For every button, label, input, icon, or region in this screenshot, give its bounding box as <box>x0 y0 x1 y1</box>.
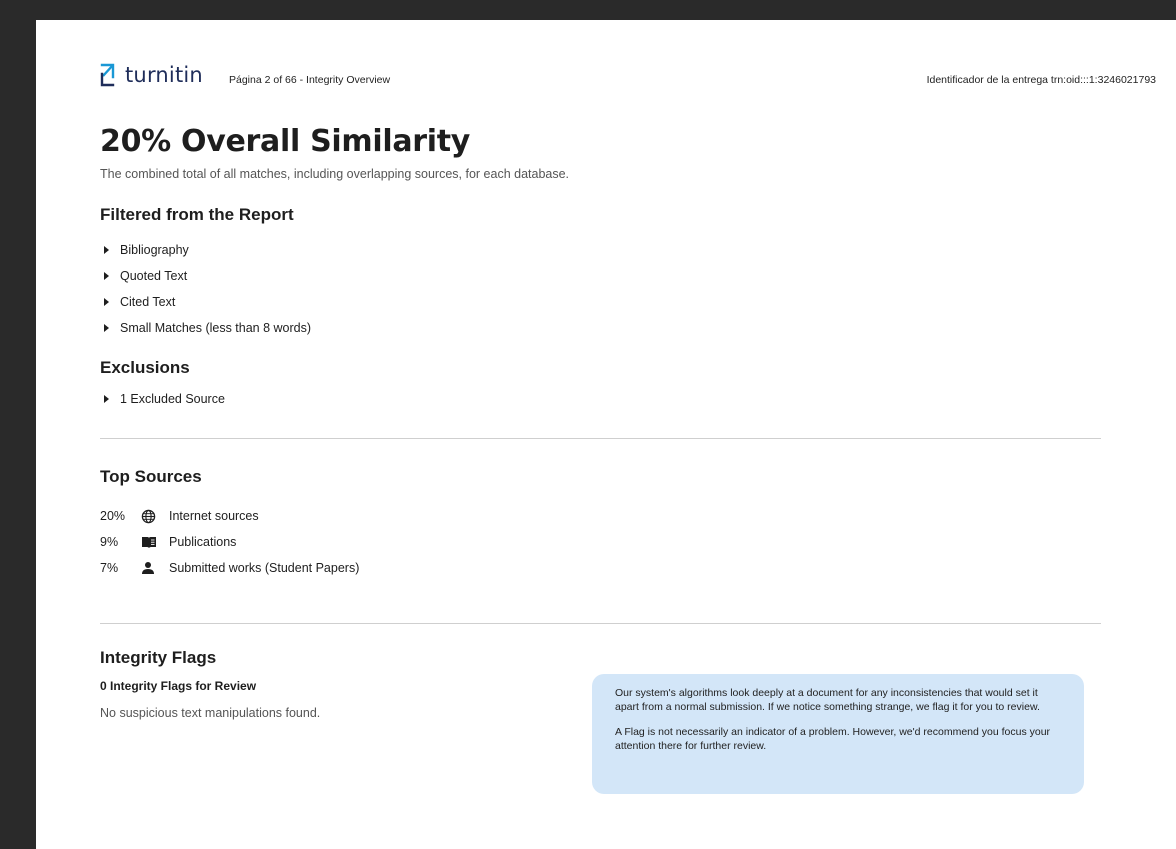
list-item-label: Quoted Text <box>120 269 188 283</box>
top-sources-heading: Top Sources <box>100 467 202 486</box>
list-item-label: Bibliography <box>120 243 189 257</box>
list-item-label: Small Matches (less than 8 words) <box>120 321 312 335</box>
section-divider <box>100 623 1101 624</box>
submission-id: Identificador de la entrega trn:oid:::1:… <box>926 74 1156 86</box>
list-item-label: Cited Text <box>120 295 176 309</box>
filtered-heading: Filtered from the Report <box>100 205 294 224</box>
info-paragraph: A Flag is not necessarily an indicator o… <box>615 726 1051 752</box>
similarity-subtitle: The combined total of all matches, inclu… <box>100 167 570 181</box>
bullet-triangle-icon <box>104 298 109 306</box>
list-item: Small Matches (less than 8 words) <box>100 315 311 341</box>
list-item: Quoted Text <box>100 263 311 289</box>
integrity-info-box: Our system's algorithms look deeply at a… <box>592 674 1084 794</box>
info-paragraph: Our system's algorithms look deeply at a… <box>615 687 1040 713</box>
turnitin-logo-icon <box>100 63 115 87</box>
source-label: Submitted works (Student Papers) <box>169 561 360 575</box>
page-header: turnitin Página 2 of 66 - Integrity Over… <box>98 62 1156 92</box>
bullet-triangle-icon <box>104 272 109 280</box>
page-info: Página 2 of 66 - Integrity Overview <box>229 74 391 86</box>
integrity-status: No suspicious text manipulations found. <box>100 706 321 720</box>
list-item: Cited Text <box>100 289 311 315</box>
source-percent: 7% <box>100 561 119 575</box>
similarity-title: 20% Overall Similarity <box>100 124 471 159</box>
exclusions-list: 1 Excluded Source <box>100 386 225 412</box>
top-sources-list: 20% Internet sources 9% Publications 7% … <box>100 503 359 581</box>
book-icon <box>141 536 169 549</box>
filtered-list: Bibliography Quoted Text Cited Text Smal… <box>100 237 311 341</box>
source-percent: 20% <box>100 509 126 523</box>
source-label: Publications <box>169 535 237 549</box>
list-item: 1 Excluded Source <box>100 386 225 412</box>
source-percent: 9% <box>100 535 119 549</box>
list-item: Bibliography <box>100 237 311 263</box>
person-icon <box>141 561 169 575</box>
integrity-heading: Integrity Flags <box>100 648 217 667</box>
integrity-flag-count: 0 Integrity Flags for Review <box>100 679 257 693</box>
exclusions-heading: Exclusions <box>100 358 190 377</box>
report-page: turnitin Página 2 of 66 - Integrity Over… <box>36 20 1176 849</box>
list-item-label: 1 Excluded Source <box>120 392 225 406</box>
turnitin-logo: turnitin <box>98 62 203 88</box>
globe-icon <box>141 509 169 524</box>
section-divider <box>100 438 1101 439</box>
source-row-publications: 9% Publications <box>100 529 359 555</box>
bullet-triangle-icon <box>104 395 109 403</box>
bullet-triangle-icon <box>104 246 109 254</box>
brand-name: turnitin <box>125 63 203 87</box>
source-row-submitted-works: 7% Submitted works (Student Papers) <box>100 555 359 581</box>
bullet-triangle-icon <box>104 324 109 332</box>
source-row-internet: 20% Internet sources <box>100 503 359 529</box>
source-label: Internet sources <box>169 509 259 523</box>
